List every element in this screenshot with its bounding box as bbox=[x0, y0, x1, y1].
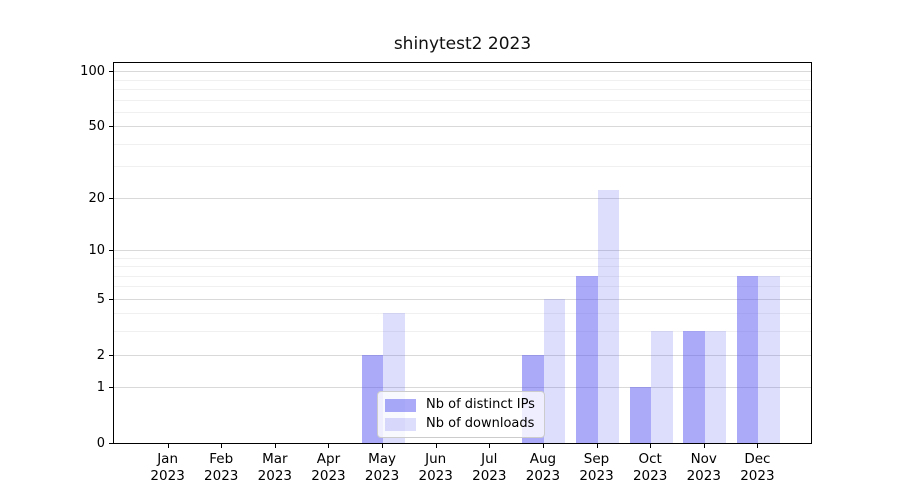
bar-downloads bbox=[543, 298, 566, 443]
x-axis-tick bbox=[489, 444, 491, 448]
y-axis-tick bbox=[109, 354, 113, 356]
bar-downloads bbox=[758, 275, 780, 443]
grid-line-major bbox=[114, 249, 811, 251]
bar-downloads bbox=[704, 331, 727, 443]
x-axis-tick-label: Jun 2023 bbox=[418, 451, 453, 484]
grid-line-minor bbox=[114, 79, 811, 81]
bar-distinct-ips bbox=[683, 331, 705, 443]
y-axis-tick-label: 50 bbox=[88, 119, 105, 135]
grid-line-minor bbox=[114, 99, 811, 101]
x-axis-tick-label: May 2023 bbox=[364, 451, 400, 484]
x-axis-tick bbox=[274, 444, 276, 448]
legend: Nb of distinct IPs Nb of downloads bbox=[377, 391, 545, 438]
x-axis-tick-label: Nov 2023 bbox=[686, 451, 721, 484]
x-axis-tick bbox=[542, 444, 544, 448]
y-axis-tick-label: 0 bbox=[96, 436, 105, 451]
legend-label-downloads: Nb of downloads bbox=[426, 416, 535, 431]
grid-line-minor bbox=[114, 111, 811, 113]
grid-line-minor bbox=[114, 266, 811, 268]
x-axis-tick bbox=[703, 444, 705, 448]
grid-line-minor bbox=[114, 275, 811, 277]
y-axis-tick bbox=[109, 249, 113, 251]
legend-swatch-downloads bbox=[385, 417, 416, 431]
x-axis-tick-label: Feb 2023 bbox=[204, 451, 239, 484]
y-axis-tick bbox=[109, 71, 113, 73]
grid-line-minor bbox=[114, 89, 811, 91]
grid-line-minor bbox=[114, 143, 811, 145]
y-axis-tick-label: 10 bbox=[88, 242, 105, 258]
y-axis-tick-label: 1 bbox=[96, 380, 105, 396]
x-axis-tick-label: Oct 2023 bbox=[632, 451, 668, 484]
grid-line-major bbox=[114, 298, 811, 300]
x-axis-tick-label: Sep 2023 bbox=[579, 451, 614, 484]
x-axis-tick bbox=[382, 444, 384, 448]
grid-line-major bbox=[114, 126, 811, 128]
y-axis-tick-label: 5 bbox=[96, 291, 105, 307]
y-axis-tick bbox=[109, 197, 113, 199]
x-axis-tick bbox=[650, 444, 652, 448]
y-axis-tick bbox=[109, 126, 113, 128]
grid-line-minor bbox=[114, 257, 811, 259]
y-axis-tick bbox=[109, 387, 113, 389]
x-axis-tick-label: Aug 2023 bbox=[525, 451, 561, 484]
y-axis-tick bbox=[109, 298, 113, 300]
bar-downloads bbox=[597, 190, 620, 443]
bar-distinct-ips bbox=[629, 387, 652, 443]
x-axis-tick-label: Apr 2023 bbox=[311, 451, 346, 484]
legend-label-distinct-ips: Nb of distinct IPs bbox=[426, 397, 535, 412]
x-axis-tick bbox=[596, 444, 598, 448]
x-axis-tick bbox=[221, 444, 223, 448]
grid-line-minor bbox=[114, 313, 811, 315]
y-axis-tick-label: 20 bbox=[88, 190, 105, 206]
x-axis-tick bbox=[435, 444, 437, 448]
legend-item-downloads: Nb of downloads bbox=[385, 417, 536, 431]
grid-line-major bbox=[114, 71, 811, 73]
x-axis-tick bbox=[167, 444, 169, 448]
y-axis-tick-label: 100 bbox=[80, 64, 105, 80]
bar-distinct-ips bbox=[576, 275, 598, 443]
legend-swatch-distinct-ips bbox=[385, 398, 416, 412]
x-axis-tick-label: Dec 2023 bbox=[740, 451, 775, 484]
chart-figure: shinytest2 2023 Nb of distinct IPs Nb of… bbox=[0, 0, 900, 500]
x-axis-tick bbox=[757, 444, 759, 448]
grid-line-major bbox=[114, 197, 811, 199]
y-axis-tick bbox=[109, 443, 113, 444]
x-axis-tick-label: Jul 2023 bbox=[472, 451, 507, 484]
chart-title: shinytest2 2023 bbox=[393, 34, 532, 54]
plot-area bbox=[113, 62, 812, 444]
grid-line-minor bbox=[114, 166, 811, 168]
x-axis-tick-label: Mar 2023 bbox=[257, 451, 293, 484]
x-axis-tick bbox=[328, 444, 330, 448]
x-axis-tick-label: Jan 2023 bbox=[150, 451, 185, 484]
bar-downloads bbox=[651, 331, 673, 443]
y-axis-tick-label: 2 bbox=[96, 347, 105, 363]
legend-item-distinct-ips: Nb of distinct IPs bbox=[385, 398, 536, 412]
grid-line-minor bbox=[114, 286, 811, 288]
bar-distinct-ips bbox=[736, 275, 759, 443]
